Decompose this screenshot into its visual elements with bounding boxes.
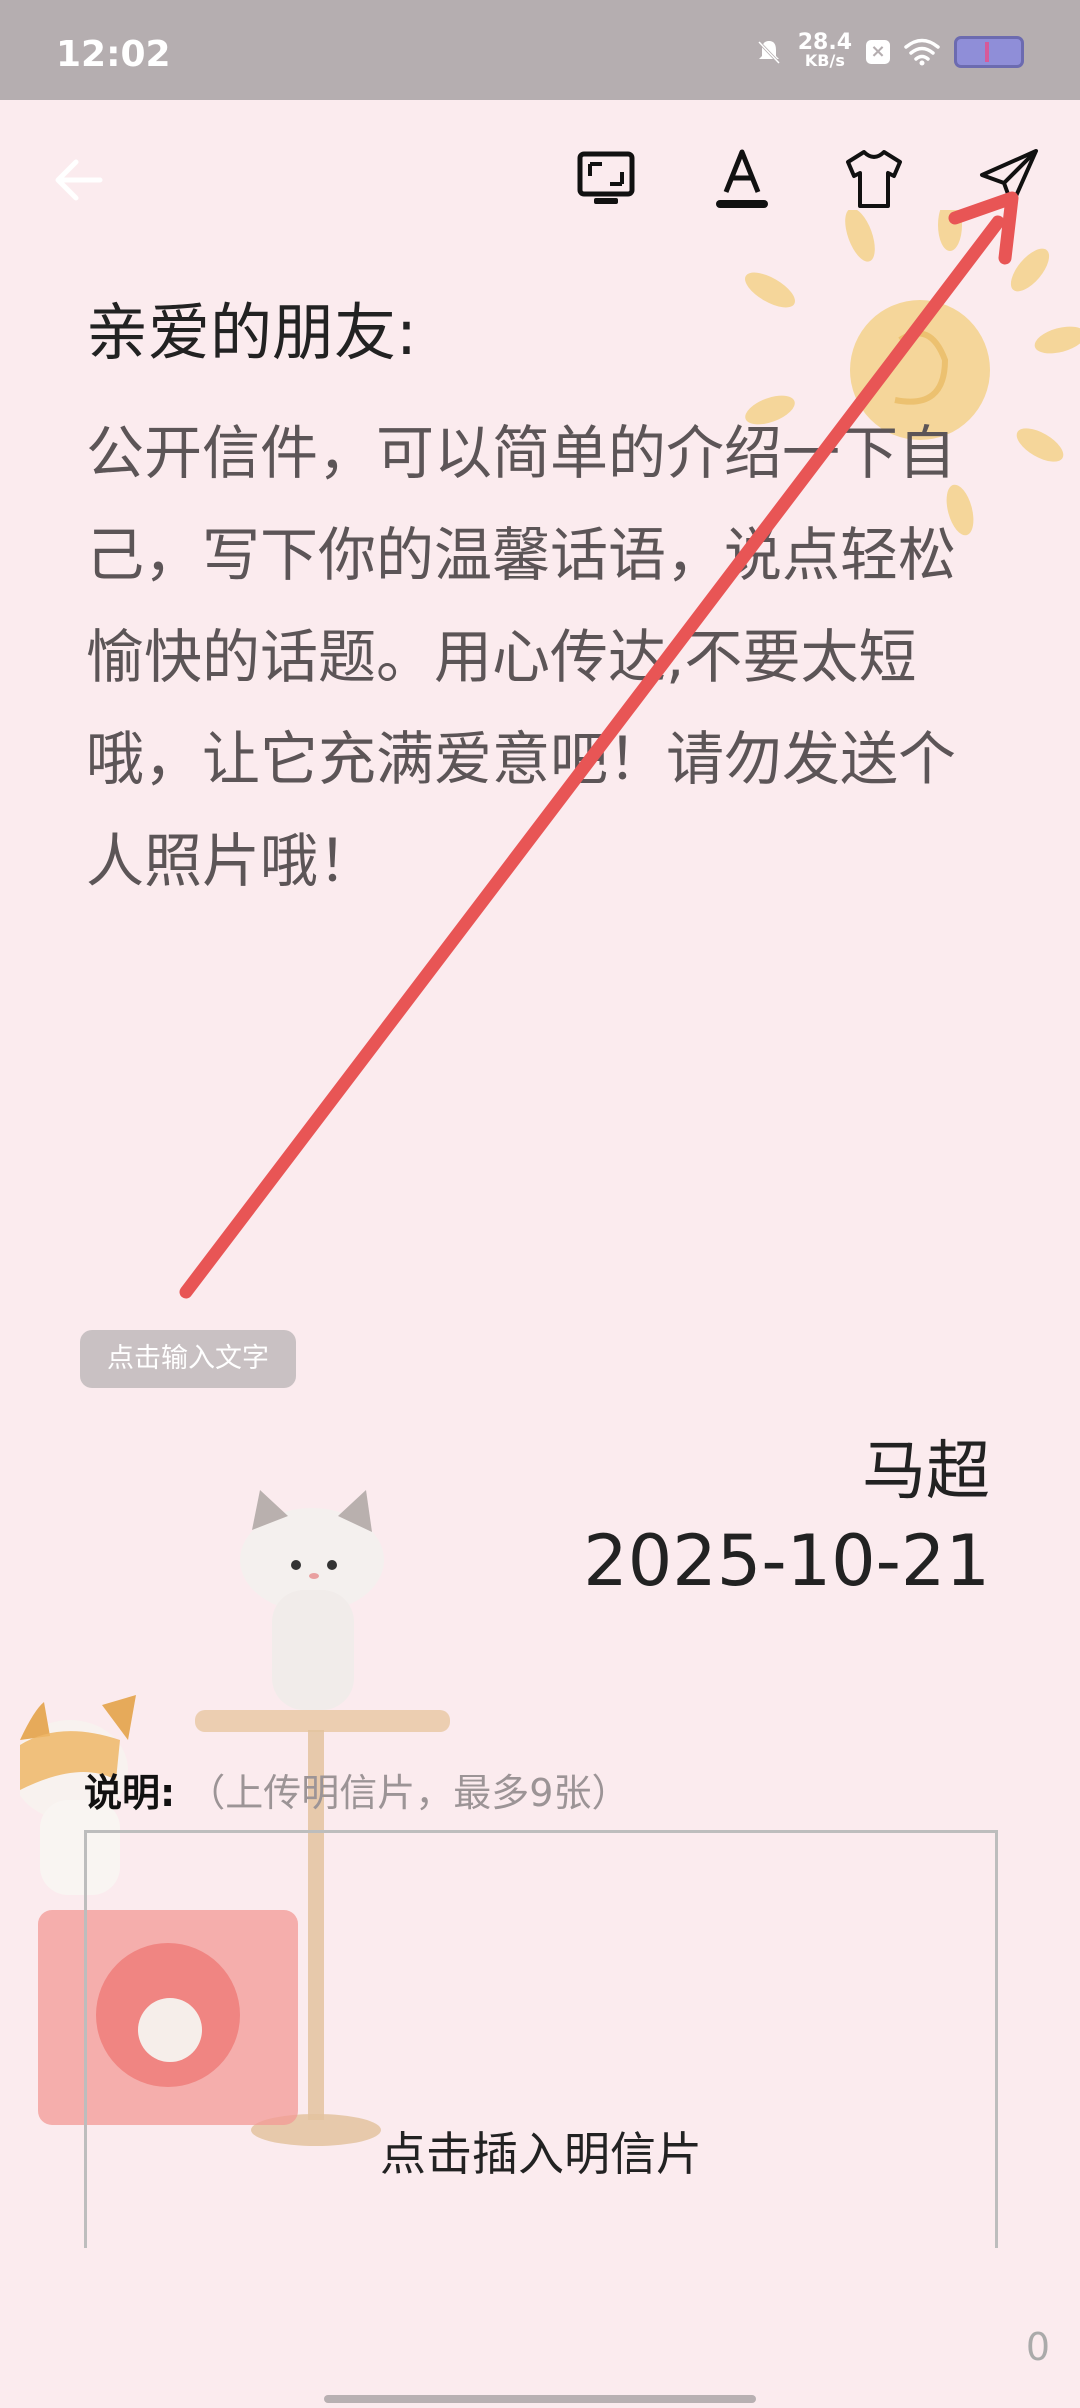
- home-indicator[interactable]: [324, 2395, 756, 2403]
- net-speed: 28.4 KB/s: [797, 30, 852, 70]
- net-speed-unit: KB/s: [804, 51, 845, 70]
- postcard-upload-box[interactable]: 点击插入明信片: [84, 1830, 998, 2248]
- bell-muted-icon: [757, 40, 780, 65]
- wifi-icon: [904, 38, 940, 66]
- status-time: 12:02: [56, 34, 171, 75]
- back-arrow-icon[interactable]: [50, 155, 110, 205]
- letter-greeting[interactable]: 亲爱的朋友:: [86, 282, 417, 372]
- close-box-icon: ×: [866, 40, 890, 64]
- signature-name[interactable]: 马超: [862, 1420, 990, 1512]
- battery-icon: [954, 36, 1024, 68]
- attachment-hint: （上传明信片，最多9张）: [187, 1771, 630, 1815]
- status-icons: 28.4 KB/s ×: [754, 30, 1024, 74]
- frame-icon[interactable]: [576, 150, 636, 208]
- char-count: 0: [1025, 2325, 1050, 2369]
- text-style-icon[interactable]: [712, 148, 772, 212]
- attachment-description: 说明: （上传明信片，最多9张）: [84, 1762, 629, 1817]
- attachment-label: 说明:: [84, 1771, 176, 1815]
- input-text-hint[interactable]: 点击输入文字: [80, 1330, 296, 1388]
- letter-date[interactable]: 2025-10-21: [583, 1520, 990, 1602]
- shirt-icon[interactable]: [844, 148, 904, 210]
- status-bar: 12:02 28.4 KB/s ×: [0, 0, 1080, 100]
- letter-body-text[interactable]: 公开信件，可以简单的介绍一下自己，写下你的温馨话语，说点轻松愉快的话题。用心传达…: [86, 402, 986, 912]
- insert-postcard-label[interactable]: 点击插入明信片: [87, 2118, 995, 2184]
- send-icon[interactable]: [978, 145, 1042, 209]
- net-speed-value: 28.4: [797, 30, 852, 55]
